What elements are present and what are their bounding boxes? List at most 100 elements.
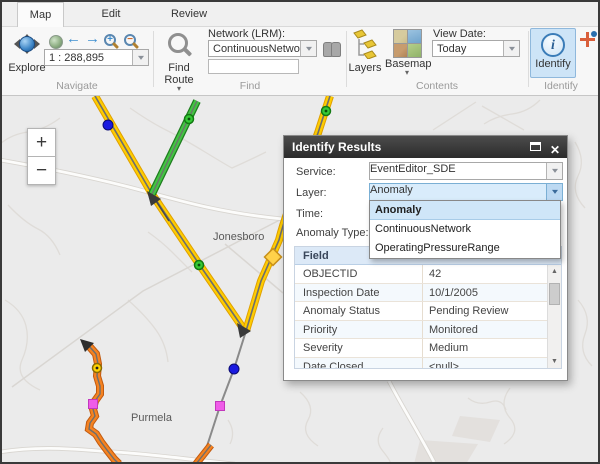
layer-label: Layer:: [296, 187, 327, 199]
layers-label: Layers: [346, 62, 384, 74]
explore-sphere-icon: [19, 36, 35, 52]
event-editor-window: Map Edit Review Explore ← → + − 1 : 288,…: [0, 0, 600, 464]
value-cell: Monitored: [423, 321, 547, 339]
identify-button[interactable]: i Identify: [530, 28, 576, 78]
field-cell: Anomaly Status: [295, 302, 423, 320]
group-label-navigate: Navigate: [2, 80, 152, 92]
table-row[interactable]: Severity Medium: [295, 339, 547, 358]
zoom-in-icon[interactable]: +: [104, 34, 116, 46]
table-scrollbar[interactable]: ▲ ▼: [547, 265, 561, 368]
view-date-combobox[interactable]: Today: [432, 40, 520, 57]
maximize-icon[interactable]: [530, 142, 541, 151]
map-zoom-in-button[interactable]: +: [27, 128, 56, 157]
find-route-magnifier-icon: [168, 33, 188, 53]
value-cell: 10/1/2005: [423, 284, 547, 302]
green-point-marker: [322, 107, 331, 116]
table-row[interactable]: Inspection Date 10/1/2005: [295, 284, 547, 303]
layer-option-continuousnetwork[interactable]: ContinuousNetwork: [370, 220, 560, 239]
value-cell: Pending Review: [423, 302, 547, 320]
layer-option-operatingpressurerange[interactable]: OperatingPressureRange: [370, 239, 560, 258]
ribbon: Explore ← → + − 1 : 288,895 Navigate Fin…: [2, 27, 598, 96]
find-route-label-line1: Find: [159, 62, 199, 74]
chevron-down-icon[interactable]: [132, 50, 148, 65]
service-value: EventEditor_SDE: [370, 163, 456, 175]
scale-combobox[interactable]: 1 : 288,895: [44, 49, 149, 66]
scroll-down-icon[interactable]: ▼: [548, 358, 561, 365]
group-label-contents: Contents: [346, 80, 528, 92]
group-label-find: Find: [159, 80, 341, 92]
dialog-title-bar[interactable]: Identify Results ✕: [284, 136, 567, 158]
identify-label: Identify: [531, 58, 575, 70]
layers-button[interactable]: Layers: [346, 29, 384, 74]
chevron-down-icon[interactable]: [300, 41, 316, 56]
table-row[interactable]: Priority Monitored: [295, 321, 547, 340]
yellow-circle-marker: [93, 364, 102, 373]
basemap-icon: [393, 29, 422, 58]
attributes-table: Field Value OBJECTID 42 Inspection Date …: [294, 246, 562, 369]
identify-route-location-icon[interactable]: [580, 31, 597, 47]
close-icon[interactable]: ✕: [550, 139, 560, 161]
map-zoom-control: + −: [27, 128, 56, 185]
table-body: OBJECTID 42 Inspection Date 10/1/2005 An…: [295, 265, 547, 368]
network-lrm-label: Network (LRM):: [208, 28, 285, 40]
route-input[interactable]: [208, 59, 299, 74]
service-combobox[interactable]: EventEditor_SDE: [369, 162, 563, 180]
full-extent-globe-icon[interactable]: [49, 35, 63, 49]
previous-extent-icon[interactable]: ←: [66, 30, 81, 47]
basemap-tile-icon: [408, 30, 421, 43]
basemap-button[interactable]: Basemap ▾: [385, 29, 429, 76]
value-cell: 42: [423, 265, 547, 283]
crosshair-bar-icon: [586, 32, 589, 47]
basemap-tile-icon: [394, 30, 407, 43]
chevron-down-icon: ▾: [385, 70, 429, 76]
dialog-title: Identify Results: [292, 140, 381, 154]
info-dot-icon: [591, 31, 597, 37]
scale-value: 1 : 288,895: [49, 52, 104, 64]
chevron-down-icon[interactable]: [546, 163, 562, 179]
binoculars-icon[interactable]: [323, 42, 341, 55]
table-row[interactable]: Date Closed <null>: [295, 358, 547, 370]
field-cell: Inspection Date: [295, 284, 423, 302]
pan-right-icon: [34, 39, 45, 49]
town-label-jonesboro: Jonesboro: [213, 231, 264, 243]
tab-review[interactable]: Review: [150, 2, 228, 26]
field-cell: Severity: [295, 339, 423, 357]
field-cell: Priority: [295, 321, 423, 339]
identify-info-icon: i: [541, 33, 565, 57]
view-date-label: View Date:: [433, 28, 486, 40]
group-divider: [153, 31, 154, 87]
green-point-marker: [195, 261, 204, 270]
chevron-down-icon[interactable]: [503, 41, 519, 56]
scrollbar-thumb[interactable]: [549, 283, 560, 305]
basemap-tile-icon: [394, 44, 407, 57]
layer-combobox[interactable]: Anomaly: [369, 183, 563, 201]
identify-results-dialog: Identify Results ✕ Service: EventEditor_…: [283, 135, 568, 381]
network-combobox[interactable]: ContinuousNetwork: [208, 40, 317, 57]
table-row[interactable]: Anomaly Status Pending Review: [295, 302, 547, 321]
service-label: Service:: [296, 166, 336, 178]
anomaly-type-label: Anomaly Type:: [296, 227, 369, 239]
table-row[interactable]: OBJECTID 42: [295, 265, 547, 284]
layer-value: Anomaly: [370, 184, 413, 196]
scroll-up-icon[interactable]: ▲: [548, 268, 561, 275]
blue-point-marker: [229, 364, 239, 374]
layer-option-anomaly[interactable]: Anomaly: [370, 201, 560, 220]
ribbon-tab-bar: Map Edit Review: [2, 2, 598, 27]
zoom-out-icon[interactable]: −: [124, 34, 136, 46]
tab-map[interactable]: Map: [17, 2, 64, 27]
value-cell: <null>: [423, 358, 547, 370]
network-value: ContinuousNetwork: [213, 43, 309, 55]
explore-compass-icon[interactable]: [9, 29, 45, 59]
blue-point-marker: [103, 120, 113, 130]
green-point-marker: [185, 115, 194, 124]
map-zoom-out-button[interactable]: −: [27, 156, 56, 185]
town-label-purmela: Purmela: [131, 412, 172, 424]
next-extent-icon[interactable]: →: [85, 30, 100, 47]
pink-square-marker: [89, 400, 98, 409]
group-divider: [528, 31, 529, 87]
field-cell: Date Closed: [295, 358, 423, 370]
layers-icon: [352, 29, 378, 59]
chevron-down-icon[interactable]: [546, 184, 562, 200]
tab-edit[interactable]: Edit: [72, 2, 150, 26]
view-date-value: Today: [437, 43, 466, 55]
